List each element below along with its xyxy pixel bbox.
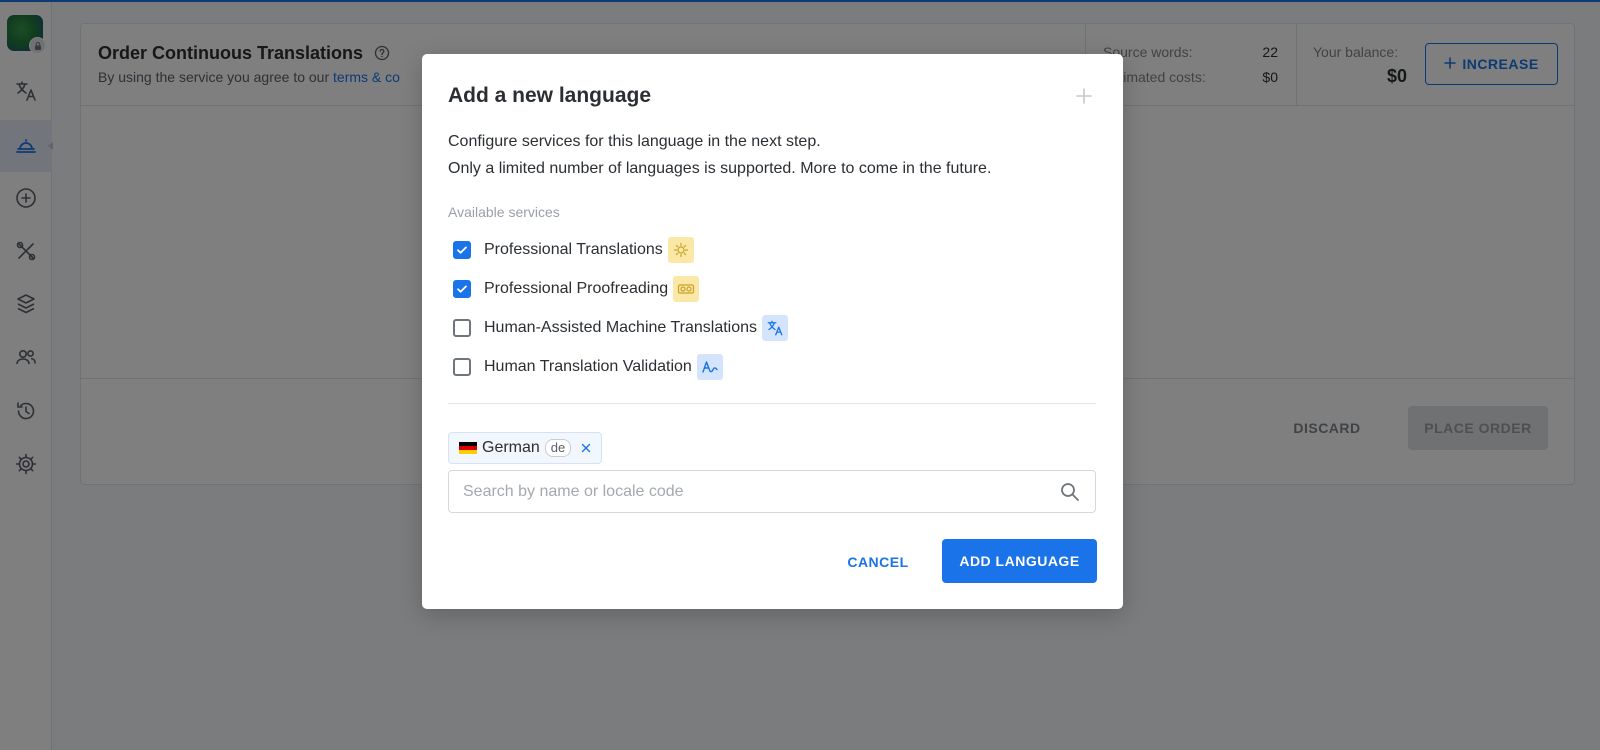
service-label: Human-Assisted Machine Translations: [484, 319, 758, 336]
checkbox-checked[interactable]: [453, 280, 471, 298]
dialog-description-line2: Only a limited number of languages is su…: [448, 160, 992, 177]
close-icon[interactable]: [1074, 86, 1094, 106]
cancel-button[interactable]: CANCEL: [828, 540, 928, 584]
signature-badge-icon: [696, 354, 723, 380]
checkbox-unchecked[interactable]: [453, 358, 471, 376]
german-flag-icon: [459, 442, 477, 454]
search-icon[interactable]: [1059, 481, 1081, 503]
service-human-translation-validation[interactable]: Human Translation Validation: [453, 352, 723, 382]
service-professional-translations[interactable]: Professional Translations: [453, 235, 694, 265]
checkmark-icon: [457, 246, 467, 254]
language-code: de: [544, 439, 572, 457]
glasses-badge-icon: [673, 276, 700, 302]
checkbox-checked[interactable]: [453, 241, 471, 259]
dialog-description-line1: Configure services for this language in …: [448, 133, 821, 150]
language-search: [448, 470, 1096, 513]
sun-badge-icon: [667, 237, 694, 263]
checkmark-icon: [457, 285, 467, 293]
add-language-dialog: Add a new language Configure services fo…: [422, 54, 1123, 609]
available-services-label: Available services: [448, 204, 560, 220]
dialog-title: Add a new language: [448, 84, 652, 107]
add-language-button[interactable]: ADD LANGUAGE: [942, 539, 1097, 583]
remove-language-icon[interactable]: [579, 441, 593, 455]
language-name: German: [482, 439, 540, 456]
dialog-divider: [448, 403, 1096, 404]
language-search-input[interactable]: [449, 471, 1049, 512]
service-label: Human Translation Validation: [484, 358, 692, 375]
service-label: Professional Proofreading: [484, 280, 669, 297]
selected-language-chip: German de: [448, 432, 603, 464]
translate-badge-icon: [762, 315, 789, 341]
service-professional-proofreading[interactable]: Professional Proofreading: [453, 274, 700, 304]
service-human-assisted-machine-translations[interactable]: Human-Assisted Machine Translations: [453, 313, 789, 343]
service-label: Professional Translations: [484, 241, 663, 258]
checkbox-unchecked[interactable]: [453, 319, 471, 337]
